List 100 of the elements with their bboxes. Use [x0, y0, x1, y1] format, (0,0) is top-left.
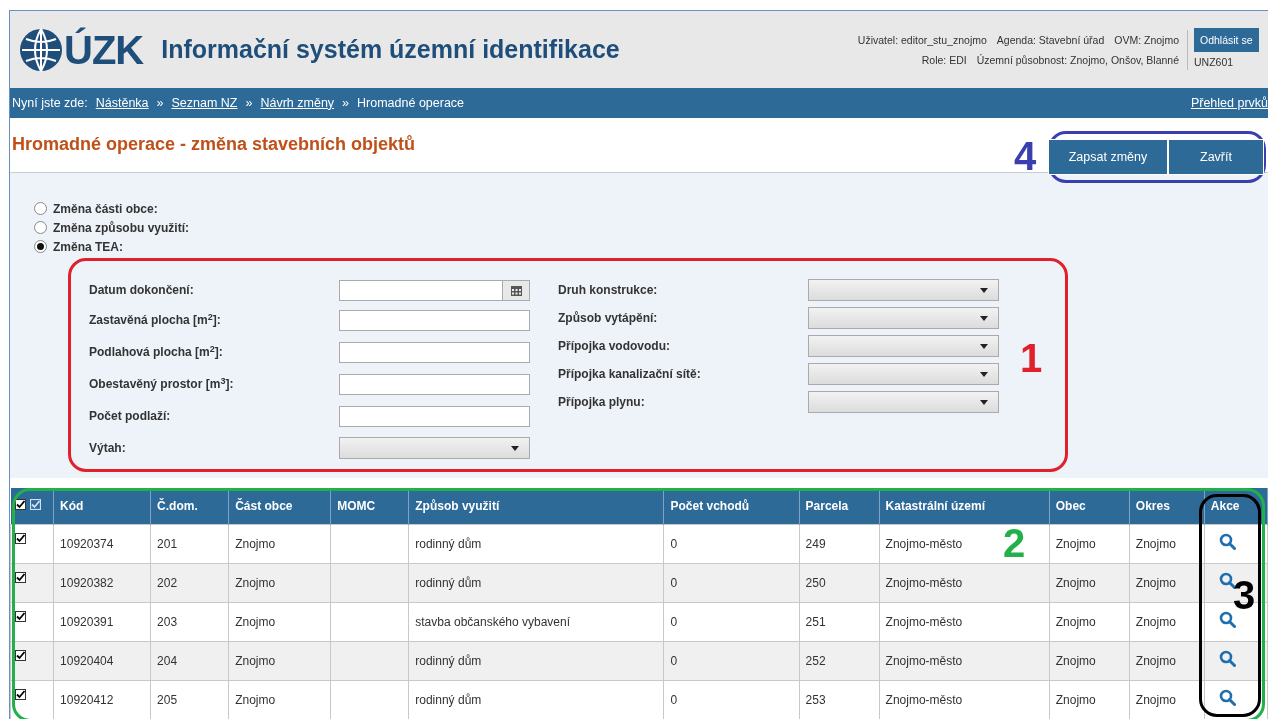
breadcrumb-label: Nyní jste zde:: [12, 94, 88, 112]
date-field[interactable]: [339, 279, 530, 301]
table-cell: rodinný dům: [415, 653, 482, 668]
annotation-number: 3: [1233, 575, 1256, 615]
row-checkbox[interactable]: [15, 610, 26, 622]
table-cell: Znojmo: [235, 575, 276, 590]
field-label: Podlahová plocha [m$^{2}$]:: [89, 343, 224, 361]
table-cell: 10920382: [60, 575, 114, 590]
row-checkbox[interactable]: [15, 688, 26, 700]
field-label: Datum dokončení:: [89, 282, 195, 299]
dropdown-field[interactable]: [808, 279, 999, 301]
table-cell: Znojmo: [1135, 614, 1176, 629]
dropdown-field[interactable]: [808, 335, 999, 357]
field-label: Obestavěný prostor [m$^{3}$]:: [89, 375, 235, 393]
table-cell: 0: [670, 614, 678, 629]
check-all-icon[interactable]: [29, 498, 41, 510]
dropdown-field[interactable]: [339, 437, 530, 459]
radio-button[interactable]: [34, 240, 47, 253]
table-cell: Znojmo: [1135, 536, 1176, 551]
table-cell: Znojmo: [1055, 614, 1096, 629]
table-cell: Znojmo-město: [885, 575, 963, 590]
breadcrumb-separator: »: [342, 94, 350, 112]
table-cell: Znojmo: [235, 536, 276, 551]
dropdown-field[interactable]: [808, 307, 999, 329]
table-cell: 10920404: [60, 653, 114, 668]
table-cell: Znojmo: [1055, 536, 1096, 551]
table-cell: Znojmo: [1135, 692, 1176, 707]
input-field[interactable]: [339, 309, 530, 331]
breadcrumb-link[interactable]: Návrh změny: [260, 93, 335, 113]
field-label: Počet podlaží:: [89, 408, 172, 425]
row-checkbox[interactable]: [15, 649, 26, 661]
user-info-text: Územní působnost: Znojmo, Onšov, Blanné: [976, 53, 1179, 66]
field-label: Druh konstrukce:: [558, 282, 659, 299]
radio-button[interactable]: [34, 202, 47, 215]
radio-label: Změna části obce:: [53, 200, 158, 218]
table-cell: Znojmo: [235, 692, 276, 707]
search-icon[interactable]: [1218, 532, 1236, 550]
overview-link[interactable]: Přehled prvků: [1190, 93, 1268, 113]
caret-icon: [980, 399, 988, 405]
annotation-number: 1: [1020, 338, 1043, 378]
table-cell: 250: [805, 575, 826, 590]
table-cell: Znojmo-město: [885, 536, 963, 551]
table-cell: 0: [670, 536, 678, 551]
search-icon[interactable]: [1218, 571, 1236, 589]
table-cell: 202: [157, 575, 178, 590]
search-icon[interactable]: [1218, 688, 1236, 706]
table-cell: stavba občanského vybavení: [415, 614, 571, 629]
row-checkbox[interactable]: [15, 571, 26, 583]
search-icon[interactable]: [1218, 649, 1236, 667]
table-cell: Znojmo: [1135, 575, 1176, 590]
table-cell: rodinný dům: [415, 536, 482, 551]
table-cell: 253: [805, 692, 826, 707]
user-info-text: Uživatel: editor_stu_znojmo: [857, 33, 987, 46]
caret-icon: [980, 287, 988, 293]
logout-button[interactable]: Odhlásit se: [1194, 27, 1259, 52]
radio-button[interactable]: [34, 221, 47, 234]
user-info-text: Agenda: Stavební úřad: [996, 33, 1105, 46]
search-icon[interactable]: [1218, 610, 1236, 628]
table-cell: 252: [805, 653, 826, 668]
dropdown-field[interactable]: [808, 363, 999, 385]
input-field[interactable]: [339, 341, 530, 363]
row-checkbox[interactable]: [15, 532, 26, 544]
input-field[interactable]: [339, 405, 530, 427]
app-title: Informační systém územní identifikace: [161, 33, 620, 65]
table-cell: 205: [157, 692, 178, 707]
input-field[interactable]: [339, 373, 530, 395]
field-label: Přípojka vodovodu:: [558, 338, 671, 355]
table-cell: 251: [805, 614, 826, 629]
user-info-text: Role: EDI: [921, 53, 967, 66]
table-cell: Znojmo: [1055, 575, 1096, 590]
breadcrumb-link[interactable]: Seznam NZ: [171, 93, 238, 113]
radio-label: Změna způsobu využití:: [53, 219, 189, 237]
breadcrumb-link[interactable]: Nástěnka: [95, 93, 149, 113]
table-cell: 10920391: [60, 614, 114, 629]
globe-logo-icon: [18, 26, 64, 73]
table-cell: Znojmo-město: [885, 614, 963, 629]
table-cell: 203: [157, 614, 178, 629]
table-cell: 10920412: [60, 692, 114, 707]
table-cell: 204: [157, 653, 178, 668]
logo-text: ÚZK: [64, 26, 144, 74]
table-cell: Znojmo: [1055, 653, 1096, 668]
calendar-icon[interactable]: [502, 280, 529, 300]
field-label: Přípojka plynu:: [558, 394, 646, 411]
caret-icon: [511, 445, 519, 451]
field-label: Způsob vytápění:: [558, 310, 659, 327]
user-info-text: OVM: Znojmo: [1114, 33, 1179, 46]
action-button[interactable]: Zapsat změny: [1048, 139, 1168, 175]
action-button[interactable]: Zavřít: [1168, 139, 1264, 175]
breadcrumb-separator: »: [245, 94, 253, 112]
caret-icon: [980, 371, 988, 377]
table-cell: rodinný dům: [415, 575, 482, 590]
table-cell: 0: [670, 692, 678, 707]
table-cell: Znojmo: [1135, 653, 1176, 668]
field-label: Zastavěná plocha [m$^{2}$]:: [89, 311, 222, 329]
dropdown-field[interactable]: [808, 391, 999, 413]
table-cell: Znojmo: [235, 614, 276, 629]
table-cell: Znojmo-město: [885, 692, 963, 707]
table-cell: 10920374: [60, 536, 114, 551]
select-all-checkbox[interactable]: [14, 498, 26, 510]
table-cell: 0: [670, 575, 678, 590]
